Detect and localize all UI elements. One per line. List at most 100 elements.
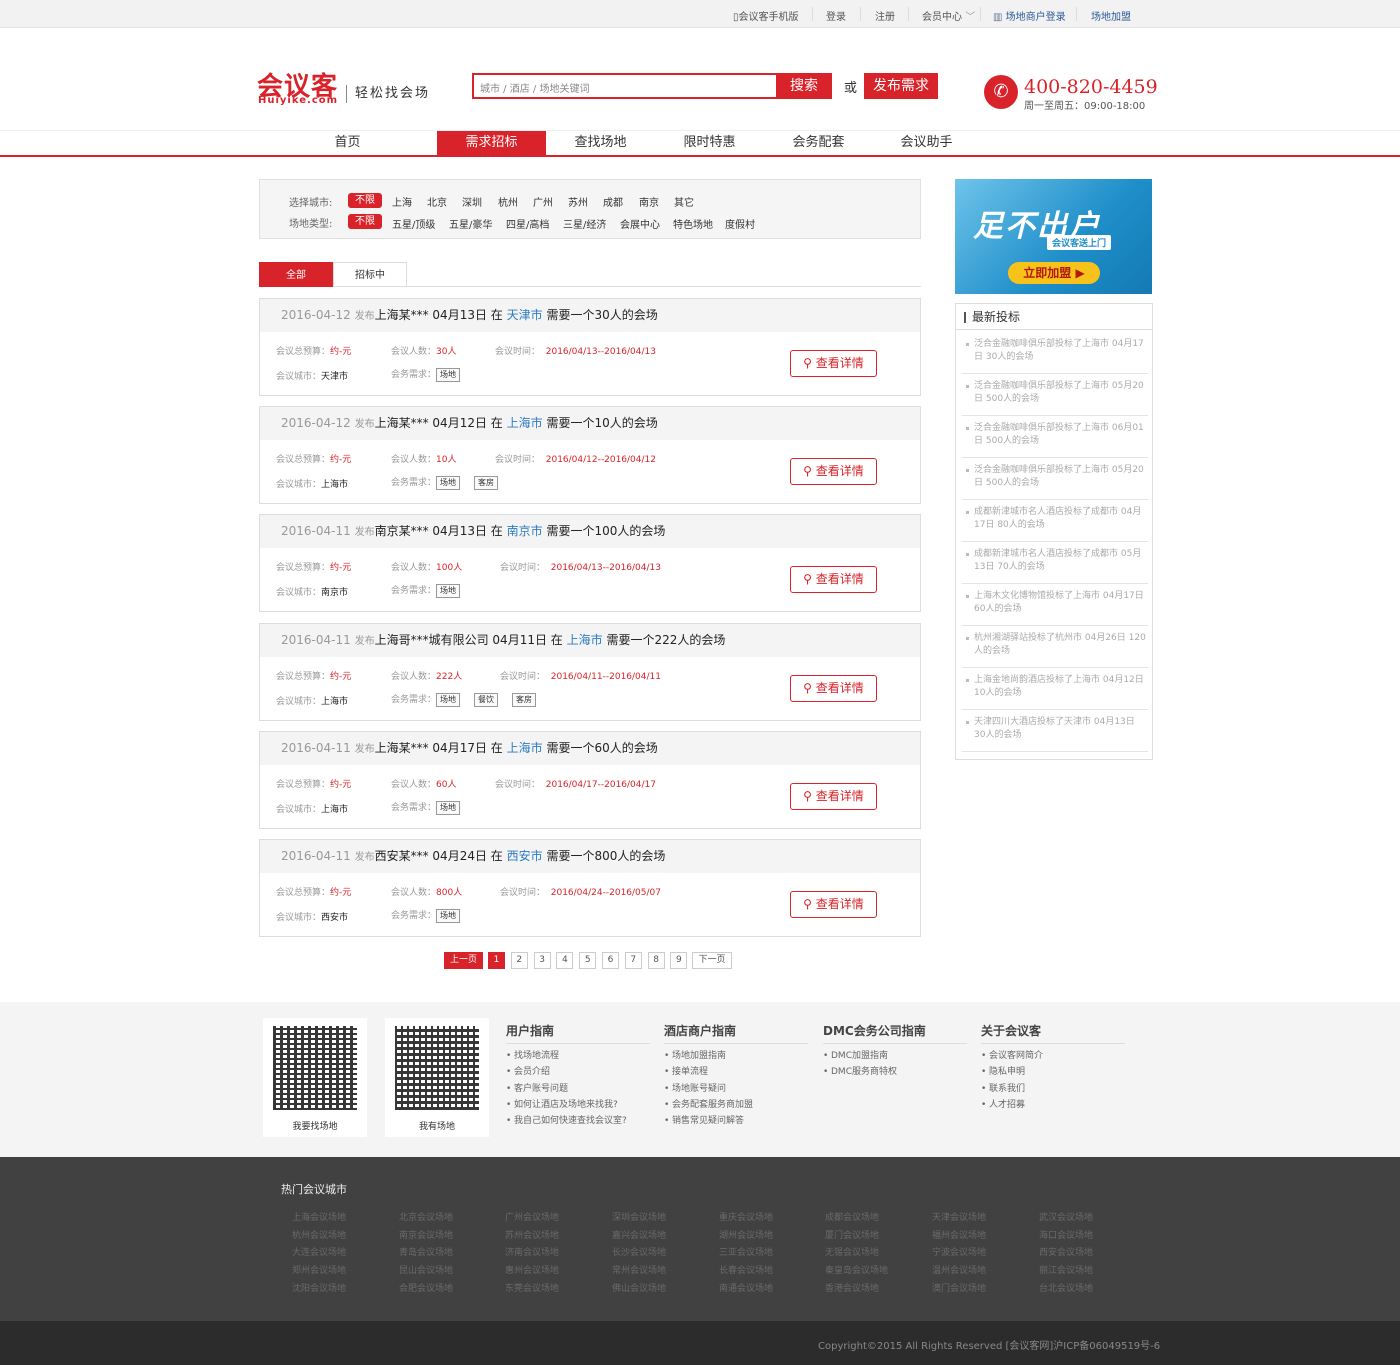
nav-bidding[interactable]: 需求招标 [437, 131, 546, 155]
hot-city-link[interactable]: 秦皇岛会议场地 [825, 1263, 888, 1276]
hot-city-link[interactable]: 广州会议场地 [505, 1210, 559, 1223]
pager-prev[interactable]: 上一页 [444, 952, 483, 969]
footer-link[interactable]: DMC服务商特权 [823, 1064, 967, 1081]
hot-city-link[interactable]: 大连会议场地 [292, 1245, 346, 1258]
hot-city-link[interactable]: 天津会议场地 [932, 1210, 986, 1223]
register-link[interactable]: 注册 [875, 8, 895, 23]
hot-city-link[interactable]: 福州会议场地 [932, 1228, 986, 1241]
city-option[interactable]: 深圳 [462, 194, 482, 209]
pager-page[interactable]: 4 [556, 952, 574, 969]
search-input[interactable]: 城市 / 酒店 / 场地关键词 [472, 73, 776, 99]
city-option[interactable]: 北京 [427, 194, 447, 209]
latest-bid-item[interactable]: 上海金地尚韵酒店投标了上海市 04月12日 10人的会场 [962, 668, 1148, 710]
city-option[interactable]: 其它 [674, 194, 694, 209]
hot-city-link[interactable]: 北京会议场地 [399, 1210, 453, 1223]
nav-services[interactable]: 会务配套 [766, 131, 871, 155]
hot-city-link[interactable]: 佛山会议场地 [612, 1281, 666, 1294]
type-option[interactable]: 五星/豪华 [449, 216, 492, 231]
footer-link[interactable]: 接单流程 [664, 1064, 808, 1081]
view-detail-button[interactable]: ⚲ 查看详情 [790, 891, 877, 918]
pager-page[interactable]: 5 [579, 952, 597, 969]
type-option[interactable]: 度假村 [725, 216, 755, 231]
hot-city-link[interactable]: 重庆会议场地 [719, 1210, 773, 1223]
footer-link[interactable]: 会务配套服务商加盟 [664, 1097, 808, 1114]
footer-link[interactable]: DMC加盟指南 [823, 1048, 967, 1065]
hot-city-link[interactable]: 上海会议场地 [292, 1210, 346, 1223]
latest-bid-item[interactable]: 天津四川大酒店投标了天津市 04月13日 30人的会场 [962, 710, 1148, 752]
merchant-login-link[interactable]: ▥ 场地商户登录 [993, 8, 1066, 23]
pager-page[interactable]: 8 [647, 952, 665, 969]
pager-page[interactable]: 7 [624, 952, 642, 969]
latest-bid-item[interactable]: 泛合金融咖啡俱乐部投标了上海市 04月17日 30人的会场 [962, 332, 1148, 374]
hot-city-link[interactable]: 深圳会议场地 [612, 1210, 666, 1223]
pager-next[interactable]: 下一页 [692, 952, 732, 969]
type-option[interactable]: 三星/经济 [563, 216, 606, 231]
latest-bid-item[interactable]: 上海木文化博物馆投标了上海市 04月17日 60人的会场 [962, 584, 1148, 626]
hot-city-link[interactable]: 杭州会议场地 [292, 1228, 346, 1241]
type-option-all[interactable]: 不限 [348, 214, 382, 229]
nav-deals[interactable]: 限时特惠 [657, 131, 762, 155]
hot-city-link[interactable]: 长沙会议场地 [612, 1245, 666, 1258]
hot-city-link[interactable]: 济南会议场地 [505, 1245, 559, 1258]
pager-page[interactable]: 9 [670, 952, 688, 969]
view-detail-button[interactable]: ⚲ 查看详情 [790, 566, 877, 594]
city-link[interactable]: 西安市 [507, 849, 543, 863]
footer-link[interactable]: 如何让酒店及场地来找我? [506, 1097, 650, 1114]
hot-city-link[interactable]: 西安会议场地 [1039, 1245, 1093, 1258]
hot-city-link[interactable]: 武汉会议场地 [1039, 1210, 1093, 1223]
join-link[interactable]: 场地加盟 [1091, 8, 1131, 23]
pager-page[interactable]: 1 [488, 952, 505, 969]
view-detail-button[interactable]: ⚲ 查看详情 [790, 782, 877, 810]
hot-city-link[interactable]: 常州会议场地 [612, 1263, 666, 1276]
hot-city-link[interactable]: 台北会议场地 [1039, 1281, 1093, 1294]
search-button[interactable]: 搜索 [776, 73, 832, 99]
city-option-all[interactable]: 不限 [348, 193, 382, 208]
latest-bid-item[interactable]: 成都新津城市名人酒店投标了成都市 05月13日 70人的会场 [962, 542, 1148, 584]
hot-city-link[interactable]: 沈阳会议场地 [292, 1281, 346, 1294]
type-option[interactable]: 四星/高档 [506, 216, 549, 231]
hot-city-link[interactable]: 青岛会议场地 [399, 1245, 453, 1258]
view-detail-button[interactable]: ⚲ 查看详情 [790, 674, 877, 702]
footer-link[interactable]: 找场地流程 [506, 1048, 650, 1065]
hot-city-link[interactable]: 郑州会议场地 [292, 1263, 346, 1276]
footer-link[interactable]: 会议客网简介 [981, 1048, 1125, 1065]
city-option[interactable]: 杭州 [498, 194, 518, 209]
city-option[interactable]: 南京 [639, 194, 659, 209]
nav-find-venue[interactable]: 查找场地 [548, 131, 653, 155]
footer-link[interactable]: 人才招募 [981, 1097, 1125, 1114]
latest-bid-item[interactable]: 泛合金融咖啡俱乐部投标了上海市 06月01日 500人的会场 [962, 416, 1148, 458]
footer-link[interactable]: 我自己如何快速查找会议室? [506, 1113, 650, 1130]
publish-button[interactable]: 发布需求 [864, 73, 938, 99]
hot-city-link[interactable]: 香港会议场地 [825, 1281, 879, 1294]
tab-all[interactable]: 全部 [259, 262, 333, 287]
hot-city-link[interactable]: 苏州会议场地 [505, 1228, 559, 1241]
latest-bid-item[interactable]: 泛合金融咖啡俱乐部投标了上海市 05月20日 500人的会场 [962, 374, 1148, 416]
view-detail-button[interactable]: ⚲ 查看详情 [790, 350, 877, 377]
pager-page[interactable]: 3 [533, 952, 551, 969]
hot-city-link[interactable]: 东莞会议场地 [505, 1281, 559, 1294]
city-link[interactable]: 上海市 [567, 633, 603, 647]
hot-city-link[interactable]: 昆山会议场地 [399, 1263, 453, 1276]
join-ad-banner[interactable]: 足不出户 会议客送上门 立即加盟 ▶ [955, 179, 1152, 294]
hot-city-link[interactable]: 丽江会议场地 [1039, 1263, 1093, 1276]
tab-bidding[interactable]: 招标中 [333, 262, 407, 287]
footer-link[interactable]: 场地加盟指南 [664, 1048, 808, 1065]
city-link[interactable]: 上海市 [507, 416, 543, 430]
ad-join-button[interactable]: 立即加盟 ▶ [1008, 262, 1100, 284]
latest-bid-item[interactable]: 杭州湘湖驿站投标了杭州市 04月26日 120人的会场 [962, 626, 1148, 668]
footer-link[interactable]: 客户账号问题 [506, 1081, 650, 1098]
city-link[interactable]: 南京市 [507, 524, 543, 538]
city-option[interactable]: 广州 [533, 194, 553, 209]
city-link[interactable]: 天津市 [507, 308, 543, 322]
pager-page[interactable]: 6 [602, 952, 619, 969]
hot-city-link[interactable]: 海口会议场地 [1039, 1228, 1093, 1241]
type-option[interactable]: 会展中心 [620, 216, 660, 231]
city-link[interactable]: 上海市 [507, 741, 543, 755]
hot-city-link[interactable]: 南通会议场地 [719, 1281, 773, 1294]
mobile-link[interactable]: ▯会议客手机版 [733, 8, 799, 23]
hot-city-link[interactable]: 湖州会议场地 [719, 1228, 773, 1241]
hot-city-link[interactable]: 嘉兴会议场地 [612, 1228, 666, 1241]
hot-city-link[interactable]: 澳门会议场地 [932, 1281, 986, 1294]
member-center-dropdown[interactable]: 会员中心 ﹀ [922, 8, 975, 23]
hot-city-link[interactable]: 宁波会议场地 [932, 1245, 986, 1258]
